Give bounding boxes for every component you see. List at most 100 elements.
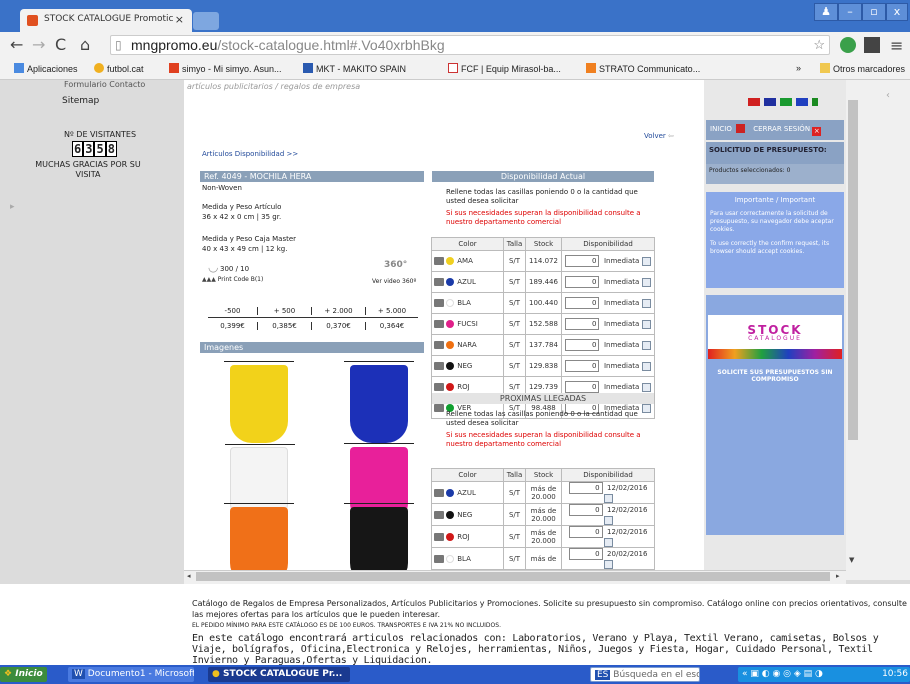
- reload-icon[interactable]: C: [55, 35, 66, 54]
- bookmark-strato[interactable]: STRATO Communicato...: [586, 63, 700, 74]
- color-name: NEG: [457, 510, 473, 519]
- calendar-icon[interactable]: [641, 319, 651, 329]
- star-icon[interactable]: ☆: [813, 37, 825, 53]
- calendar-icon[interactable]: [641, 277, 651, 287]
- session-bar: INICIO CERRAR SESIÓN ×: [706, 120, 844, 140]
- quantity-input[interactable]: 0: [568, 504, 603, 516]
- size-value: S/T: [503, 503, 526, 526]
- quantity-input[interactable]: 0: [568, 548, 603, 560]
- inicio-link[interactable]: INICIO: [710, 125, 732, 133]
- calendar-icon[interactable]: [641, 256, 651, 266]
- flag-fr-icon: [796, 98, 808, 106]
- camera-icon[interactable]: [434, 383, 444, 391]
- calendar-icon[interactable]: [641, 340, 651, 350]
- calendar-icon[interactable]: [641, 298, 651, 308]
- bookmark-makito[interactable]: MKT - MAKITO SPAIN: [303, 63, 406, 74]
- address-bar[interactable]: ▯ mngpromo.eu/stock-catalogue.html#.Vo40…: [110, 35, 830, 55]
- camera-icon[interactable]: [434, 510, 444, 519]
- camera-icon[interactable]: [434, 488, 444, 497]
- product-image-yellow[interactable]: [224, 361, 294, 443]
- calendar-icon[interactable]: [603, 494, 613, 503]
- request-quote-link[interactable]: SOLICITE SUS PRESUPUESTOS SIN COMPROMISO: [710, 369, 840, 383]
- user-icon[interactable]: ♟: [814, 3, 838, 21]
- close-window-button[interactable]: x: [886, 3, 908, 21]
- new-tab-button[interactable]: [193, 12, 219, 30]
- extension-wr-icon[interactable]: [864, 37, 880, 53]
- calendar-icon[interactable]: [603, 560, 613, 569]
- quantity-input[interactable]: 0: [565, 318, 600, 330]
- forward-icon[interactable]: →: [32, 35, 45, 54]
- footer-minimum-order: EL PEDIDO MÍNIMO PARA ESTE CATÁLOGO ES D…: [192, 622, 501, 629]
- browser-tab[interactable]: STOCK CATALOGUE Promotic ×: [20, 9, 192, 32]
- close-tab-icon[interactable]: ×: [175, 13, 184, 26]
- scroll-down-icon[interactable]: ▼: [849, 556, 854, 564]
- availability-value: 12/02/2016: [607, 484, 648, 492]
- quantity-input[interactable]: 0: [568, 526, 603, 538]
- quantity-input[interactable]: 0: [565, 276, 600, 288]
- camera-icon[interactable]: [434, 362, 444, 370]
- quantity-input[interactable]: 0: [565, 360, 600, 372]
- quantity-input[interactable]: 0: [565, 339, 600, 351]
- logout-icon[interactable]: ×: [812, 127, 822, 136]
- video-360-link[interactable]: Ver video 360º: [372, 278, 416, 285]
- bookmark-fcf[interactable]: FCF | Equip Mirasol-ba...: [448, 63, 561, 74]
- bookmarks-overflow[interactable]: »: [796, 63, 801, 73]
- quantity-input[interactable]: 0: [565, 255, 600, 267]
- language-flags[interactable]: [748, 98, 818, 108]
- camera-icon[interactable]: [434, 341, 444, 349]
- back-icon[interactable]: ←: [10, 35, 23, 54]
- menu-icon[interactable]: ≡: [890, 36, 903, 55]
- calendar-icon[interactable]: [641, 361, 651, 371]
- price-value: 0,399€: [208, 322, 258, 330]
- camera-icon[interactable]: [434, 554, 444, 563]
- collapse-arrow-icon[interactable]: ▸: [10, 202, 15, 212]
- bookmark-futbol[interactable]: futbol.cat: [94, 63, 144, 74]
- stock-value: más de: [530, 528, 557, 537]
- quantity-input[interactable]: 0: [565, 297, 600, 309]
- calendar-icon[interactable]: [603, 516, 613, 525]
- camera-icon[interactable]: [434, 299, 444, 307]
- size-value: S/T: [503, 481, 526, 504]
- size-value: S/T: [503, 525, 526, 548]
- desktop-search-input[interactable]: ES Búsqueda en el escrit: [590, 667, 700, 682]
- minimize-button[interactable]: –: [838, 3, 862, 21]
- logout-link[interactable]: CERRAR SESIÓN: [753, 125, 810, 133]
- rotate-360-icon[interactable]: 360°: [384, 260, 407, 270]
- bookmark-simyo[interactable]: simyo - Mi simyo. Asun...: [169, 63, 282, 74]
- contact-link[interactable]: Formulario Contacto: [64, 80, 145, 89]
- calendar-icon[interactable]: [641, 382, 651, 392]
- bookmark-other[interactable]: Otros marcadores: [820, 63, 905, 74]
- sitemap-link[interactable]: Sitemap: [62, 96, 99, 106]
- scroll-left-icon[interactable]: ◂: [187, 572, 191, 580]
- camera-icon[interactable]: [434, 278, 444, 286]
- start-button[interactable]: ❖ Inicio: [0, 667, 47, 682]
- camera-icon[interactable]: [434, 532, 444, 541]
- collapse-left-icon[interactable]: ‹: [886, 90, 890, 101]
- vertical-scroll-thumb[interactable]: [848, 100, 858, 440]
- stock-value: 20.000: [531, 536, 556, 545]
- availability-row: BLA S/T 100.440 0 Inmediata: [431, 292, 655, 314]
- camera-icon[interactable]: [434, 257, 444, 265]
- bookmark-apps[interactable]: Aplicaciones: [14, 63, 78, 74]
- product-image-blue[interactable]: [344, 361, 414, 443]
- breadcrumb[interactable]: Artículos Disponibilidad >>: [202, 150, 298, 158]
- camera-icon[interactable]: [434, 404, 444, 412]
- taskbar-chrome[interactable]: ● STOCK CATALOGUE Pr...: [208, 667, 350, 682]
- col-stock: Stock: [525, 468, 562, 482]
- back-link[interactable]: Volver ⇦: [644, 132, 674, 140]
- extension-icon[interactable]: [840, 37, 856, 53]
- home-icon[interactable]: ⌂: [80, 35, 90, 54]
- home-small-icon[interactable]: [736, 124, 746, 133]
- next-arrivals-bar: PROXIMAS LLEGADAS: [432, 393, 654, 404]
- availability-value: Inmediata: [603, 278, 640, 286]
- calendar-icon[interactable]: [603, 538, 613, 547]
- quantity-input[interactable]: 0: [568, 482, 603, 494]
- images-bar: Imagenes: [200, 342, 424, 353]
- stock-catalogue-banner[interactable]: STOCK CATALOGUE: [708, 315, 842, 359]
- maximize-button[interactable]: ▫: [862, 3, 886, 21]
- camera-icon[interactable]: [434, 320, 444, 328]
- taskbar-word[interactable]: W Documento1 - Microsoft ...: [68, 667, 194, 682]
- scroll-right-icon[interactable]: ▸: [836, 572, 840, 580]
- horizontal-scroll-thumb[interactable]: [196, 572, 830, 581]
- quantity-input[interactable]: 0: [565, 381, 600, 393]
